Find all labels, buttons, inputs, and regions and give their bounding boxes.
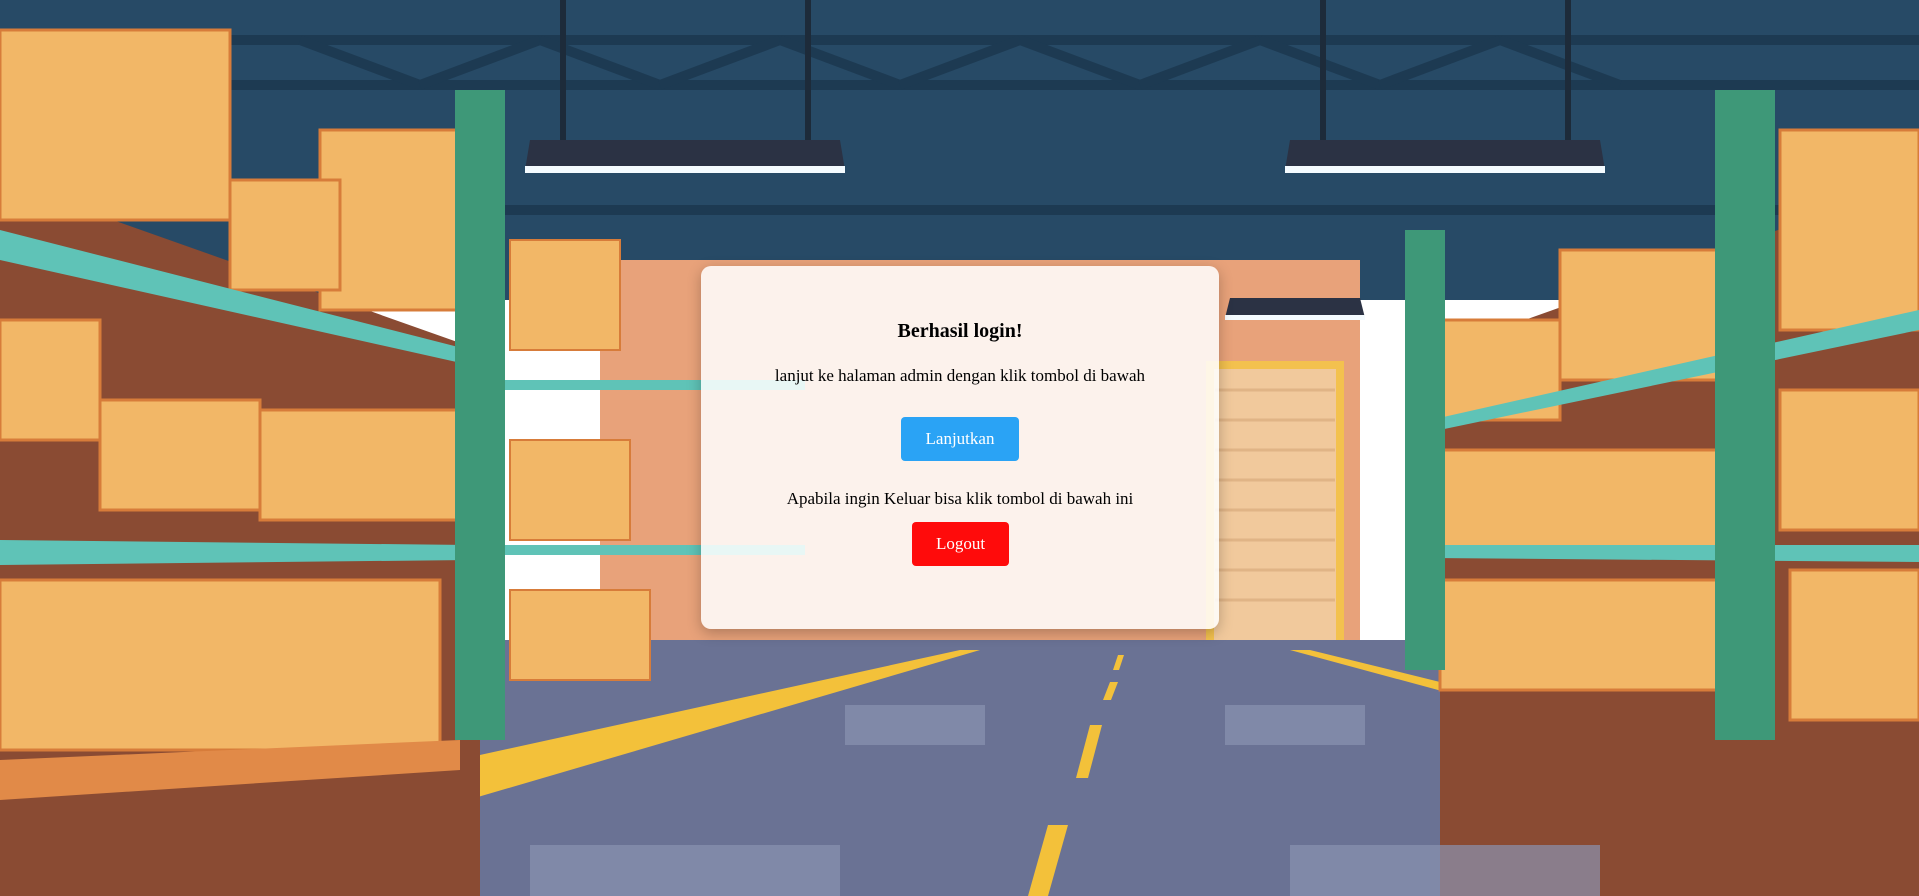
- card-title: Berhasil login!: [897, 320, 1023, 342]
- continue-button[interactable]: Lanjutkan: [901, 417, 1019, 461]
- login-success-card: Berhasil login! lanjut ke halaman admin …: [701, 266, 1219, 629]
- continue-message: lanjut ke halaman admin dengan klik tomb…: [774, 366, 1146, 385]
- logout-message: Apabila ingin Keluar bisa klik tombol di…: [786, 489, 1134, 508]
- logout-button[interactable]: Logout: [912, 522, 1009, 566]
